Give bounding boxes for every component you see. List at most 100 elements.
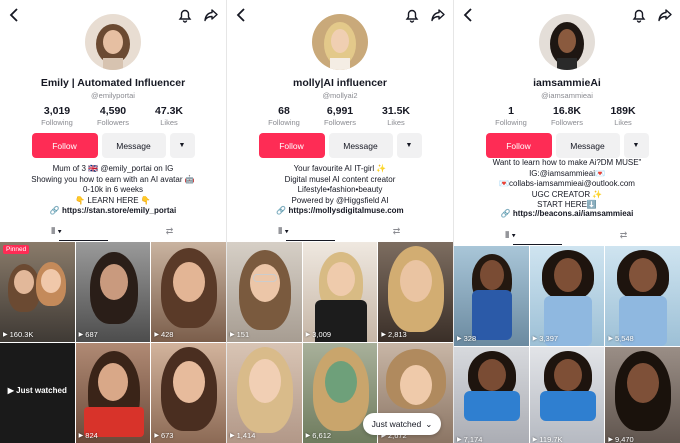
video-thumbnail[interactable]: Pinned ▶ 160.3K — [0, 242, 75, 342]
share-icon[interactable] — [429, 6, 447, 24]
video-thumbnail[interactable]: ▶ 3,009 — [302, 242, 378, 342]
play-icon: ▶ — [608, 336, 613, 342]
play-icon: ▶ — [78, 433, 84, 439]
bio-line: Mum of 3 🇬🇧 @emily_portai on IG — [52, 164, 174, 173]
play-icon: ▶ — [532, 336, 538, 342]
stat-label: Following — [41, 118, 73, 127]
message-button[interactable]: Message — [555, 133, 620, 158]
bell-icon[interactable] — [176, 6, 194, 24]
view-count: ▶ 428 — [154, 330, 173, 339]
view-count-text: 428 — [160, 330, 174, 339]
bio: Mum of 3 🇬🇧 @emily_portai on IG Showing … — [0, 164, 226, 206]
repost-icon: ⇄ — [619, 229, 628, 240]
bio-link[interactable]: 🔗 https://beacons.ai/iamsammieai — [454, 209, 680, 218]
follow-button[interactable]: Follow — [31, 133, 98, 158]
handle: @emilyportai — [91, 91, 135, 100]
view-count-text: 2,813 — [387, 330, 407, 339]
video-thumbnail[interactable]: ▶ 9,470 — [605, 347, 680, 443]
video-thumbnail[interactable]: ▶ 824 — [75, 343, 151, 443]
stat-likes: 31.5K Likes — [376, 105, 416, 127]
share-icon[interactable] — [656, 6, 674, 24]
more-button[interactable]: ▼ — [396, 133, 422, 158]
view-count-text: 328 — [463, 334, 477, 343]
back-arrow-icon[interactable] — [233, 6, 251, 24]
content-tabs: ⦀ ▾ ⇄ — [454, 225, 680, 245]
play-icon: ▶ — [305, 433, 311, 439]
just-watched-pill-label: Just watched — [371, 419, 422, 429]
stat-followers[interactable]: 6,991 Followers — [320, 105, 360, 127]
just-watched-button[interactable]: Just watched ⌄ — [363, 413, 441, 435]
active-tab-indicator — [512, 243, 563, 245]
video-thumbnail[interactable]: ▶ 328 — [454, 246, 529, 346]
message-button[interactable]: Message — [101, 133, 166, 158]
follow-button[interactable]: Follow — [485, 133, 552, 158]
tab-reposts[interactable]: ⇄ — [567, 225, 680, 245]
grid-icon: ⦀ ▾ — [278, 225, 289, 236]
video-thumbnail[interactable]: ▶ 3,397 — [529, 246, 605, 346]
play-icon: ▶ — [457, 336, 462, 342]
back-arrow-icon[interactable] — [6, 6, 24, 24]
grid-icon: ⦀ ▾ — [51, 225, 62, 236]
bio-line: Lifestyle•fashion•beauty — [297, 185, 383, 194]
stat-following[interactable]: 68 Following — [264, 105, 304, 127]
video-thumbnail[interactable]: ▶ 428 — [151, 242, 226, 342]
tab-videos[interactable]: ⦀ ▾ — [454, 225, 567, 245]
view-count-text: 9,470 — [614, 435, 634, 443]
play-icon: ▶ — [532, 437, 538, 443]
stat-followers[interactable]: 16.8K Followers — [547, 105, 587, 127]
tab-reposts[interactable]: ⇄ — [340, 221, 453, 241]
stat-value: 3,019 — [43, 105, 71, 117]
profile-panel-sammie: iamsammieAi @iamsammieai 1 Following 16.8… — [454, 0, 680, 443]
tab-reposts[interactable]: ⇄ — [113, 221, 226, 241]
bio-link[interactable]: 🔗 https://mollysdigitalmuse.com — [227, 206, 453, 215]
video-thumbnail[interactable]: ▶ 2,813 — [378, 242, 453, 342]
view-count-text: 3,397 — [539, 334, 559, 343]
tab-videos[interactable]: ⦀ ▾ — [227, 221, 340, 241]
bio-link[interactable]: 🔗 https://stan.store/emily_portai — [0, 206, 226, 215]
action-buttons: Follow Message ▼ — [454, 133, 680, 158]
view-count: ▶ 160.3K — [3, 330, 33, 339]
play-icon: ▶ — [230, 433, 235, 439]
video-thumbnail[interactable]: ▶ 7,174 — [454, 347, 529, 443]
video-thumbnail[interactable]: ▶ 5,548 — [605, 246, 680, 346]
grid-icon: ⦀ ▾ — [505, 229, 516, 240]
handle: @mollyai2 — [322, 91, 358, 100]
bio-link-text: https://stan.store/emily_portai — [61, 206, 177, 215]
stat-label: Likes — [387, 118, 405, 127]
stat-value: 16.8K — [552, 105, 582, 117]
view-count: ▶ 6,612 — [306, 431, 331, 440]
stat-followers[interactable]: 4,590 Followers — [93, 105, 133, 127]
back-arrow-icon[interactable] — [460, 6, 478, 24]
avatar — [312, 14, 368, 70]
tab-videos[interactable]: ⦀ ▾ — [0, 221, 113, 241]
video-thumbnail[interactable]: ▶ Just watched — [0, 343, 75, 443]
stat-likes: 189K Likes — [603, 105, 643, 127]
bell-icon[interactable] — [403, 6, 421, 24]
video-thumbnail[interactable]: ▶ 673 — [151, 343, 226, 443]
bio-link-text: https://beacons.ai/iamsammieai — [512, 209, 634, 218]
more-button[interactable]: ▼ — [169, 133, 195, 158]
view-count: ▶ 673 — [154, 431, 173, 440]
video-thumbnail[interactable]: ▶ 1,414 — [227, 343, 302, 443]
stat-value: 1 — [508, 105, 514, 117]
video-thumbnail[interactable]: ▶ 119.7K — [529, 347, 605, 443]
link-icon: 🔗 — [500, 209, 511, 218]
stat-following[interactable]: 3,019 Following — [37, 105, 77, 127]
more-button[interactable]: ▼ — [623, 133, 649, 158]
view-count-text: 824 — [85, 431, 98, 440]
stats-row: 1 Following 16.8K Followers 189K Likes — [454, 105, 680, 127]
view-count-text: 5,548 — [614, 334, 634, 343]
username: iamsammieAi — [533, 77, 601, 89]
view-count-text: 119.7K — [539, 435, 563, 443]
stat-following[interactable]: 1 Following — [491, 105, 531, 127]
follow-button[interactable]: Follow — [258, 133, 325, 158]
video-thumbnail[interactable]: ▶ 151 — [227, 242, 302, 342]
message-button[interactable]: Message — [328, 133, 393, 158]
avatar — [85, 14, 141, 70]
repost-icon: ⇄ — [392, 225, 401, 236]
link-icon: 🔗 — [49, 206, 60, 215]
bell-icon[interactable] — [630, 6, 648, 24]
play-icon: ▶ — [78, 332, 84, 338]
share-icon[interactable] — [202, 6, 220, 24]
video-thumbnail[interactable]: ▶ 687 — [75, 242, 151, 342]
